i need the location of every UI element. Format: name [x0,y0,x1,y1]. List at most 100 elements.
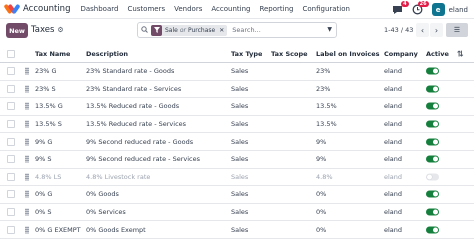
row-checkbox[interactable] [7,172,15,181]
active-toggle[interactable] [426,173,439,181]
cell-label: 9% [316,137,327,146]
table-row[interactable]: 23% S 23% Standard rate - Services Sales 23… [0,81,474,99]
menu-reporting[interactable]: Reporting [259,5,293,13]
header-tax-name[interactable]: Tax Name [35,45,70,62]
cell-label: 9% [316,155,327,164]
list-view-icon[interactable]: ☰ [446,23,468,37]
drag-handle-icon[interactable] [25,85,29,93]
header-label-on-invoices[interactable]: Label on Invoices [316,45,380,62]
drag-handle-icon[interactable] [25,120,29,128]
pager-value[interactable]: 1-43 / 43 [384,26,413,34]
drag-handle-icon[interactable] [25,208,29,216]
cell-company: eland [384,190,403,199]
row-checkbox[interactable] [7,190,15,199]
row-checkbox[interactable] [7,84,15,93]
facet-value-sale: Sale [165,26,178,34]
cell-tax-type: Sales [231,155,249,164]
active-toggle[interactable] [426,67,439,75]
cell-description: 13.5% Reduced rate - Goods [86,102,180,111]
cell-tax-type: Sales [231,120,249,129]
menu-configuration[interactable]: Configuration [302,5,349,13]
cell-description: 23% Standard rate - Services [86,84,182,93]
active-toggle[interactable] [426,138,439,146]
header-tax-scope[interactable]: Tax Scope [271,45,308,62]
cell-label: 23% [316,84,331,93]
gear-icon[interactable]: ⚙ [57,26,63,34]
active-toggle[interactable] [426,208,439,216]
activity-badge: 26 [417,1,429,7]
row-checkbox[interactable] [7,208,15,217]
menu-customers[interactable]: Customers [127,5,165,13]
table-row[interactable]: 0% G EXEMPT 0% Goods Exempt Sales 0% eland [0,221,474,239]
active-toggle[interactable] [426,85,439,93]
active-toggle[interactable] [426,120,439,128]
caret-down-icon[interactable]: ▼ [327,26,332,33]
drag-handle-icon[interactable] [25,67,29,75]
table-row[interactable]: 0% S 0% Services Sales 0% eland [0,204,474,222]
active-toggle[interactable] [426,226,439,234]
header-company[interactable]: Company [384,45,418,62]
chevron-left-icon[interactable]: ‹ [416,23,429,37]
menu-accounting[interactable]: Accounting [211,5,250,13]
search-facet[interactable]: Sale or Purchase ✕ [151,24,228,36]
cell-tax-name: 13.5% G [35,102,63,111]
table-row[interactable]: 0% G 0% Goods Sales 0% eland [0,186,474,204]
active-toggle[interactable] [426,102,439,110]
table-row[interactable]: 9% G 9% Second reduced rate - Goods Sales 9… [0,133,474,151]
cell-company: eland [384,102,403,111]
chevron-right-icon[interactable]: › [430,23,443,37]
column-options-icon[interactable]: ⇅ [457,49,464,58]
menu-vendors[interactable]: Vendors [174,5,202,13]
row-checkbox[interactable] [7,225,15,234]
drag-handle-icon[interactable] [25,155,29,163]
search-input[interactable]: Search... [232,26,261,34]
row-checkbox[interactable] [7,120,15,129]
select-all-checkbox[interactable] [7,49,15,58]
chat-icon[interactable]: 4 [392,1,409,15]
search-bar[interactable]: Sale or Purchase ✕ Search... ▼ [137,22,337,38]
cell-description: 4.8% Livestock rate [86,172,151,181]
drag-handle-icon[interactable] [25,226,29,234]
facet-value-purchase: Purchase [187,26,216,34]
drag-handle-icon[interactable] [25,190,29,198]
drag-handle-icon[interactable] [25,102,29,110]
header-tax-type[interactable]: Tax Type [231,45,262,62]
active-toggle[interactable] [426,155,439,163]
accounting-app-icon[interactable] [3,3,21,15]
cell-tax-name: 4.8% LS [35,172,62,181]
table-row[interactable]: 13.5% S 13.5% Reduced rate - Services Sale… [0,116,474,134]
cell-label: 13.5% [316,120,337,129]
table-row[interactable]: 4.8% LS 4.8% Livestock rate Sales 4.8% eland [0,169,474,187]
row-checkbox[interactable] [7,137,15,146]
cell-company: eland [384,155,403,164]
header-active[interactable]: Active [426,45,449,62]
close-icon[interactable]: ✕ [219,27,224,34]
drag-handle-icon[interactable] [25,173,29,181]
active-toggle[interactable] [426,190,439,198]
drag-handle-icon[interactable] [25,138,29,146]
table-row[interactable]: 13.5% G 13.5% Reduced rate - Goods Sales 13… [0,98,474,116]
facet-or: or [179,26,186,34]
cell-label: 4.8% [316,172,333,181]
cell-tax-name: 23% G [35,67,57,76]
cell-tax-name: 9% G [35,137,53,146]
user-avatar[interactable]: e [431,3,445,16]
search-icon [141,25,148,35]
page-title: Taxes [31,25,55,35]
table-header: Tax Name Description Tax Type Tax Scope … [0,45,474,63]
cell-tax-name: 13.5% S [35,120,62,129]
row-checkbox[interactable] [7,102,15,111]
header-description[interactable]: Description [86,45,128,62]
cell-description: 23% Standard rate - Goods [86,67,175,76]
cell-tax-type: Sales [231,225,249,234]
row-checkbox[interactable] [7,155,15,164]
menu-dashboard[interactable]: Dashboard [80,5,118,13]
table-row[interactable]: 23% G 23% Standard rate - Goods Sales 23% el… [0,63,474,81]
activity-clock-icon[interactable]: 26 [412,1,429,15]
username[interactable]: eland [449,6,468,14]
main-menu: Dashboard Customers Vendors Accounting R… [80,5,359,13]
app-title[interactable]: Accounting [23,4,70,14]
new-button[interactable]: New [6,23,28,38]
table-row[interactable]: 9% S 9% Second reduced rate - Services Sal… [0,151,474,169]
row-checkbox[interactable] [7,67,15,76]
